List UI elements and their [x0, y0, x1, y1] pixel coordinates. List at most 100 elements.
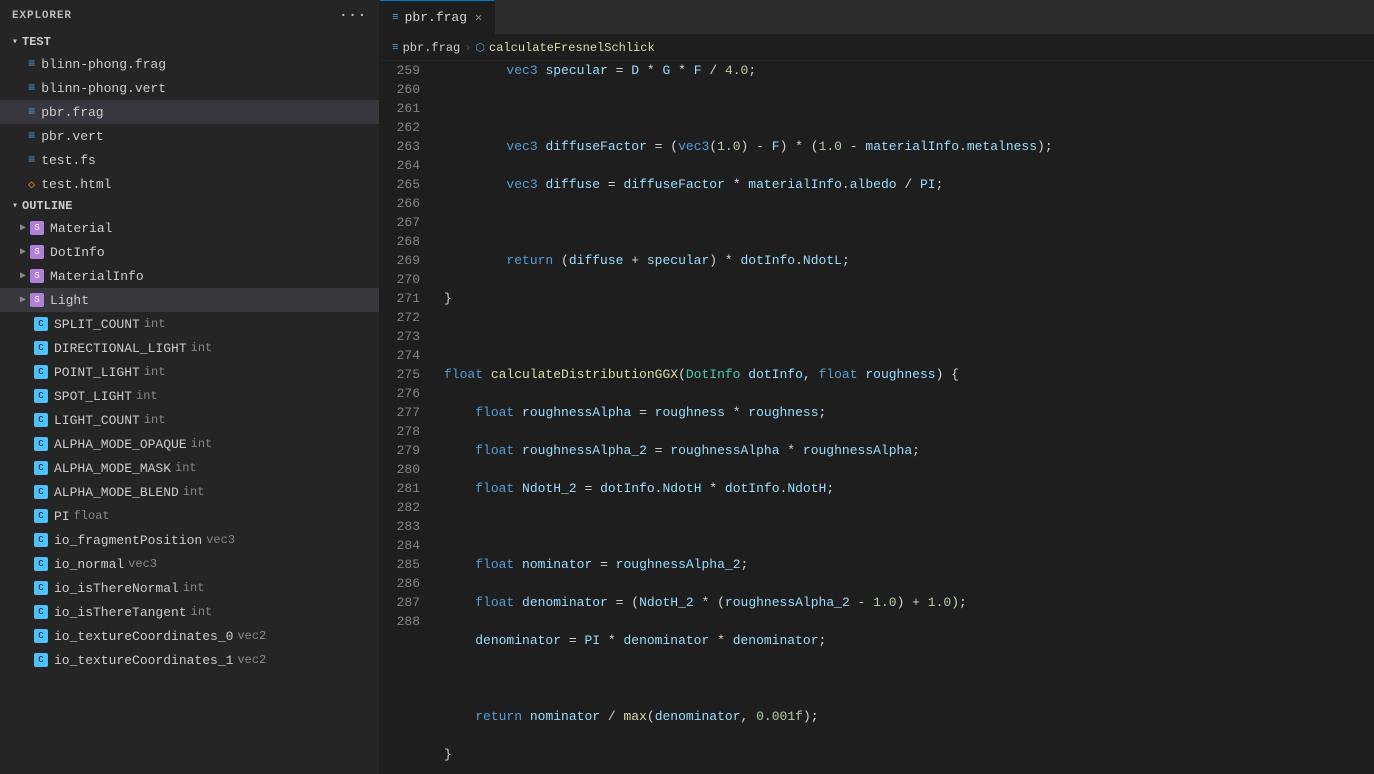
file-pbr-vert[interactable]: ≡ pbr.vert	[0, 124, 379, 148]
const-icon: C	[34, 413, 48, 427]
outline-item-name: SPLIT_COUNT	[54, 317, 140, 332]
code-editor[interactable]: vec3 specular = D * G * F / 4.0; vec3 di…	[428, 61, 1374, 774]
outline-item-name: ALPHA_MODE_OPAQUE	[54, 437, 187, 452]
file-icon-glsl: ≡	[28, 105, 35, 119]
file-name: test.html	[41, 177, 111, 192]
breadcrumb-function[interactable]: calculateFresnelSchlick	[489, 41, 655, 55]
code-line-276: return nominator / max(denominator, 0.00…	[444, 707, 1374, 726]
file-icon-glsl: ≡	[28, 153, 35, 167]
outline-spot-light[interactable]: C SPOT_LIGHT int	[0, 384, 379, 408]
tab-pbr-frag[interactable]: ≡ pbr.frag ✕	[380, 0, 495, 34]
outline-light[interactable]: ▶ S Light	[0, 288, 379, 312]
outline-item-name: DotInfo	[50, 245, 105, 260]
code-line-263	[444, 213, 1374, 232]
main-area: ≡ pbr.frag ✕ ≡ pbr.frag › ⬡ calculateFre…	[380, 0, 1374, 774]
outline-alpha-opaque[interactable]: C ALPHA_MODE_OPAQUE int	[0, 432, 379, 456]
file-name: blinn-phong.frag	[41, 57, 166, 72]
type-label: float	[74, 509, 110, 523]
outline-item-name: POINT_LIGHT	[54, 365, 140, 380]
outline-item-name: LIGHT_COUNT	[54, 413, 140, 428]
breadcrumb-file[interactable]: pbr.frag	[403, 41, 461, 55]
outline-item-name: io_fragmentPosition	[54, 533, 202, 548]
section-test-label: TEST	[22, 35, 51, 49]
outline-item-name: io_isThereTangent	[54, 605, 187, 620]
struct-icon: S	[30, 269, 44, 283]
outline-item-name: io_isThereNormal	[54, 581, 179, 596]
code-line-259: vec3 specular = D * G * F / 4.0;	[444, 61, 1374, 80]
type-label: int	[183, 485, 205, 499]
file-name: pbr.vert	[41, 129, 103, 144]
outline-light-count[interactable]: C LIGHT_COUNT int	[0, 408, 379, 432]
file-test-html[interactable]: ◇ test.html	[0, 172, 379, 196]
outline-item-name: io_normal	[54, 557, 124, 572]
const-icon: C	[34, 365, 48, 379]
outline-dotinfo[interactable]: ▶ S DotInfo	[0, 240, 379, 264]
const-icon: C	[34, 605, 48, 619]
code-line-260	[444, 99, 1374, 118]
code-line-262: vec3 diffuse = diffuseFactor * materialI…	[444, 175, 1374, 194]
outline-item-name: ALPHA_MODE_MASK	[54, 461, 171, 476]
outline-io-normal[interactable]: C io_normal vec3	[0, 552, 379, 576]
explorer-actions: ···	[339, 9, 367, 23]
type-label: int	[191, 437, 213, 451]
outline-point-light[interactable]: C POINT_LIGHT int	[0, 360, 379, 384]
outline-alpha-blend[interactable]: C ALPHA_MODE_BLEND int	[0, 480, 379, 504]
file-name: pbr.frag	[41, 105, 103, 120]
const-icon: C	[34, 485, 48, 499]
const-icon: C	[34, 461, 48, 475]
code-line-261: vec3 diffuseFactor = (vec3(1.0) - F) * (…	[444, 137, 1374, 156]
type-label: vec2	[237, 629, 266, 643]
code-line-267: float calculateDistributionGGX(DotInfo d…	[444, 365, 1374, 384]
outline-item-name: ALPHA_MODE_BLEND	[54, 485, 179, 500]
sidebar: EXPLORER ··· ▾ TEST ≡ blinn-phong.frag ≡…	[0, 0, 380, 774]
type-label: vec2	[237, 653, 266, 667]
outline-item-name: io_textureCoordinates_1	[54, 653, 233, 668]
code-line-271	[444, 517, 1374, 536]
code-line-274: denominator = PI * denominator * denomin…	[444, 631, 1374, 650]
outline-pi[interactable]: C PI float	[0, 504, 379, 528]
type-label: int	[144, 413, 166, 427]
tab-file-icon: ≡	[392, 12, 399, 24]
code-line-266	[444, 327, 1374, 346]
code-line-273: float denominator = (NdotH_2 * (roughnes…	[444, 593, 1374, 612]
type-label: int	[144, 317, 166, 331]
outline-directional-light[interactable]: C DIRECTIONAL_LIGHT int	[0, 336, 379, 360]
type-label: vec3	[206, 533, 235, 547]
breadcrumb-separator: ›	[464, 41, 471, 55]
file-name: blinn-phong.vert	[41, 81, 166, 96]
breadcrumb-file-icon: ≡	[392, 42, 399, 54]
file-blinn-phong-frag[interactable]: ≡ blinn-phong.frag	[0, 52, 379, 76]
outline-alpha-mask[interactable]: C ALPHA_MODE_MASK int	[0, 456, 379, 480]
outline-item-name: Light	[50, 293, 89, 308]
code-line-275	[444, 669, 1374, 688]
struct-icon: S	[30, 221, 44, 235]
type-label: int	[136, 389, 158, 403]
const-icon: C	[34, 509, 48, 523]
code-line-268: float roughnessAlpha = roughness * rough…	[444, 403, 1374, 422]
outline-arrow: ▾	[12, 200, 18, 212]
const-icon: C	[34, 581, 48, 595]
more-options-icon[interactable]: ···	[339, 9, 367, 23]
const-icon: C	[34, 317, 48, 331]
outline-material[interactable]: ▶ S Material	[0, 216, 379, 240]
outline-item-name: PI	[54, 509, 70, 524]
outline-split-count[interactable]: C SPLIT_COUNT int	[0, 312, 379, 336]
outline-materialinfo[interactable]: ▶ S MaterialInfo	[0, 264, 379, 288]
code-line-264: return (diffuse + specular) * dotInfo.Nd…	[444, 251, 1374, 270]
outline-io-istangent[interactable]: C io_isThereTangent int	[0, 600, 379, 624]
outline-io-isnormal[interactable]: C io_isThereNormal int	[0, 576, 379, 600]
type-label: vec3	[128, 557, 157, 571]
file-pbr-frag[interactable]: ≡ pbr.frag	[0, 100, 379, 124]
tab-close-button[interactable]: ✕	[475, 10, 482, 25]
file-blinn-phong-vert[interactable]: ≡ blinn-phong.vert	[0, 76, 379, 100]
file-icon-glsl: ≡	[28, 129, 35, 143]
code-line-269: float roughnessAlpha_2 = roughnessAlpha …	[444, 441, 1374, 460]
outline-io-texcoord0[interactable]: C io_textureCoordinates_0 vec2	[0, 624, 379, 648]
section-test[interactable]: ▾ TEST	[0, 32, 379, 52]
file-name: test.fs	[41, 153, 96, 168]
code-line-265: }	[444, 289, 1374, 308]
section-outline[interactable]: ▾ OUTLINE	[0, 196, 379, 216]
outline-io-fragpos[interactable]: C io_fragmentPosition vec3	[0, 528, 379, 552]
file-test-fs[interactable]: ≡ test.fs	[0, 148, 379, 172]
outline-io-texcoord1[interactable]: C io_textureCoordinates_1 vec2	[0, 648, 379, 672]
